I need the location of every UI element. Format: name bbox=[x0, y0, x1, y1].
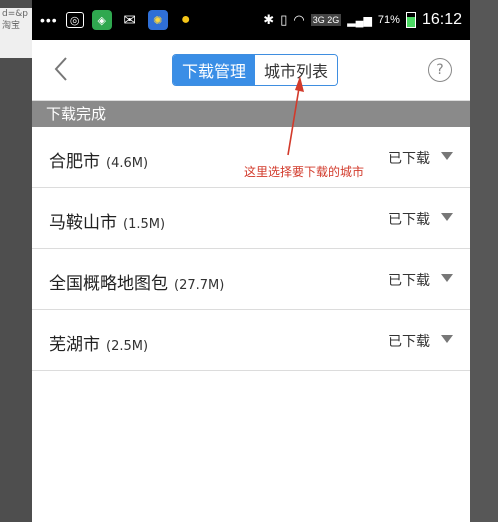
annotation-arrow-icon bbox=[287, 76, 304, 156]
browser-fragment-line: 淘宝 bbox=[2, 21, 21, 31]
phone-screen: ••• ◎ ◈ ✉ ✺ ● ✱ ▯ ◠ 3G 2G ▂▄▆ 71% 16:12 … bbox=[32, 0, 470, 522]
background-browser-fragment: d=&p 淘宝 bbox=[0, 8, 32, 58]
left-margin bbox=[0, 0, 32, 522]
browser-fragment-line: d=&p bbox=[2, 9, 28, 19]
right-margin bbox=[470, 0, 498, 522]
